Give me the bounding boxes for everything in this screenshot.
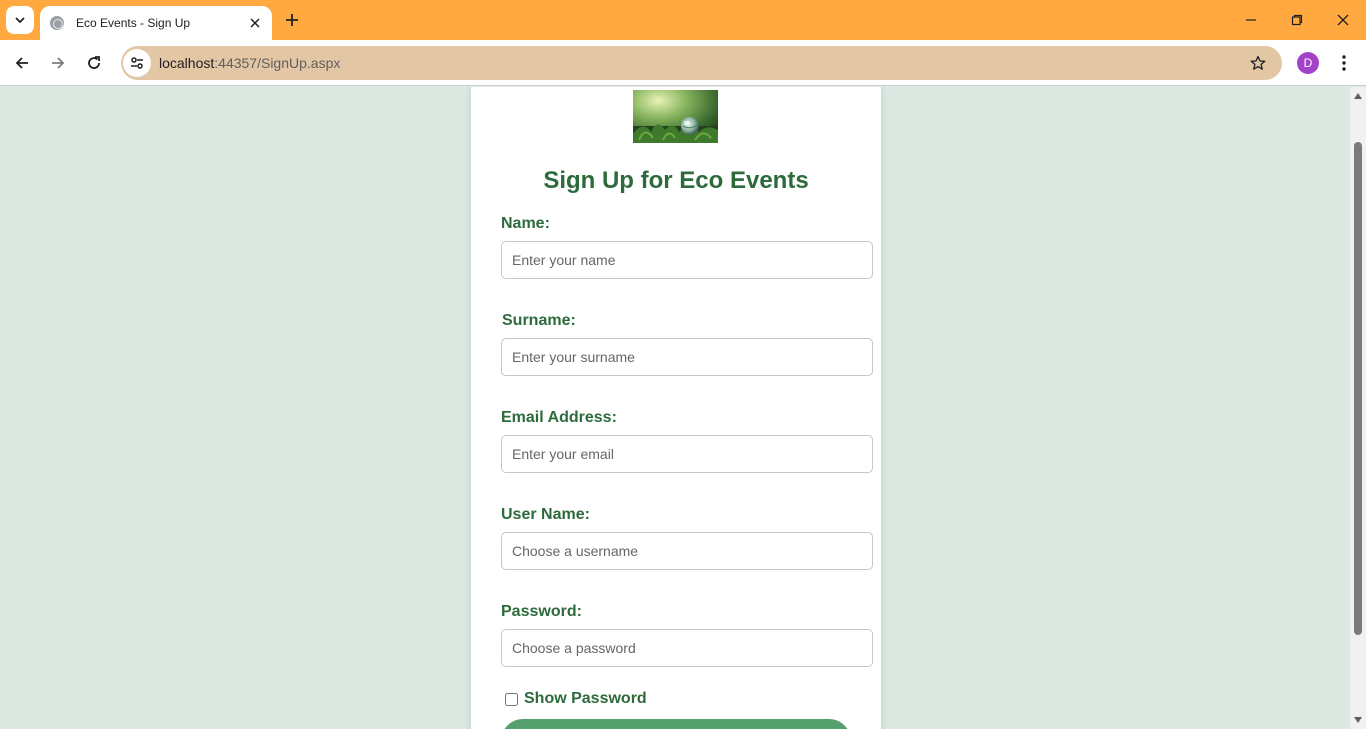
- surname-input[interactable]: [501, 338, 873, 376]
- name-input[interactable]: [501, 241, 873, 279]
- new-tab-button[interactable]: [280, 8, 304, 32]
- arrow-right-icon: [52, 57, 65, 69]
- restore-button[interactable]: [1282, 6, 1312, 34]
- tab-title: Eco Events - Sign Up: [76, 16, 191, 30]
- page-title: Sign Up for Eco Events: [543, 167, 809, 194]
- url-host: localhost: [159, 55, 215, 71]
- bookmark-button[interactable]: [1246, 51, 1270, 75]
- tune-icon: [131, 57, 143, 69]
- scroll-up-button[interactable]: [1350, 89, 1366, 103]
- sign-up-button[interactable]: [501, 719, 851, 729]
- browser-menu-button[interactable]: [1332, 50, 1356, 76]
- star-icon: [1250, 55, 1266, 70]
- site-info-button[interactable]: [123, 49, 151, 77]
- minimize-button[interactable]: [1236, 6, 1266, 34]
- minimize-icon: [1246, 19, 1256, 21]
- eco-logo-image: [633, 90, 718, 143]
- scroll-down-button[interactable]: [1350, 713, 1366, 727]
- more-vertical-icon: [1342, 55, 1346, 71]
- password-input[interactable]: [501, 629, 873, 667]
- password-label: Password:: [501, 603, 582, 620]
- url-path: :44357/SignUp.aspx: [214, 55, 341, 71]
- chevron-down-icon: [15, 17, 25, 24]
- signup-card: Sign Up for Eco Events Name: Surname: Em…: [471, 87, 881, 729]
- email-label: Email Address:: [501, 409, 617, 426]
- show-password-label[interactable]: Show Password: [524, 690, 647, 708]
- forward-button[interactable]: [44, 49, 72, 77]
- profile-avatar[interactable]: D: [1297, 52, 1319, 74]
- username-input[interactable]: [501, 532, 873, 570]
- page-viewport: Sign Up for Eco Events Name: Surname: Em…: [0, 87, 1350, 729]
- globe-icon: [50, 16, 64, 30]
- close-window-button[interactable]: [1328, 6, 1358, 34]
- scroll-thumb[interactable]: [1354, 142, 1362, 635]
- browser-toolbar: localhost:44357/SignUp.aspx D: [0, 40, 1366, 86]
- triangle-up-icon: [1354, 93, 1362, 99]
- triangle-down-icon: [1354, 717, 1362, 723]
- surname-label: Surname:: [502, 312, 576, 329]
- arrow-left-icon: [15, 57, 28, 69]
- show-password-checkbox[interactable]: [505, 692, 518, 706]
- close-icon: [1337, 14, 1349, 26]
- tab-search-button[interactable]: [6, 6, 34, 34]
- back-button[interactable]: [8, 49, 36, 77]
- reload-icon: [88, 56, 100, 69]
- address-bar[interactable]: localhost:44357/SignUp.aspx: [121, 46, 1282, 80]
- browser-tab[interactable]: Eco Events - Sign Up: [40, 6, 272, 40]
- page-scrollbar[interactable]: [1350, 87, 1366, 729]
- email-input[interactable]: [501, 435, 873, 473]
- username-label: User Name:: [501, 506, 590, 523]
- tab-strip: Eco Events - Sign Up: [0, 0, 1366, 40]
- restore-icon: [1291, 14, 1303, 26]
- show-password-row: Show Password: [505, 690, 647, 708]
- tab-close-button[interactable]: [246, 14, 264, 32]
- close-icon: [250, 18, 260, 28]
- url-text[interactable]: localhost:44357/SignUp.aspx: [159, 55, 1246, 71]
- plus-icon: [286, 14, 298, 26]
- reload-button[interactable]: [80, 49, 108, 77]
- name-label: Name:: [501, 215, 550, 232]
